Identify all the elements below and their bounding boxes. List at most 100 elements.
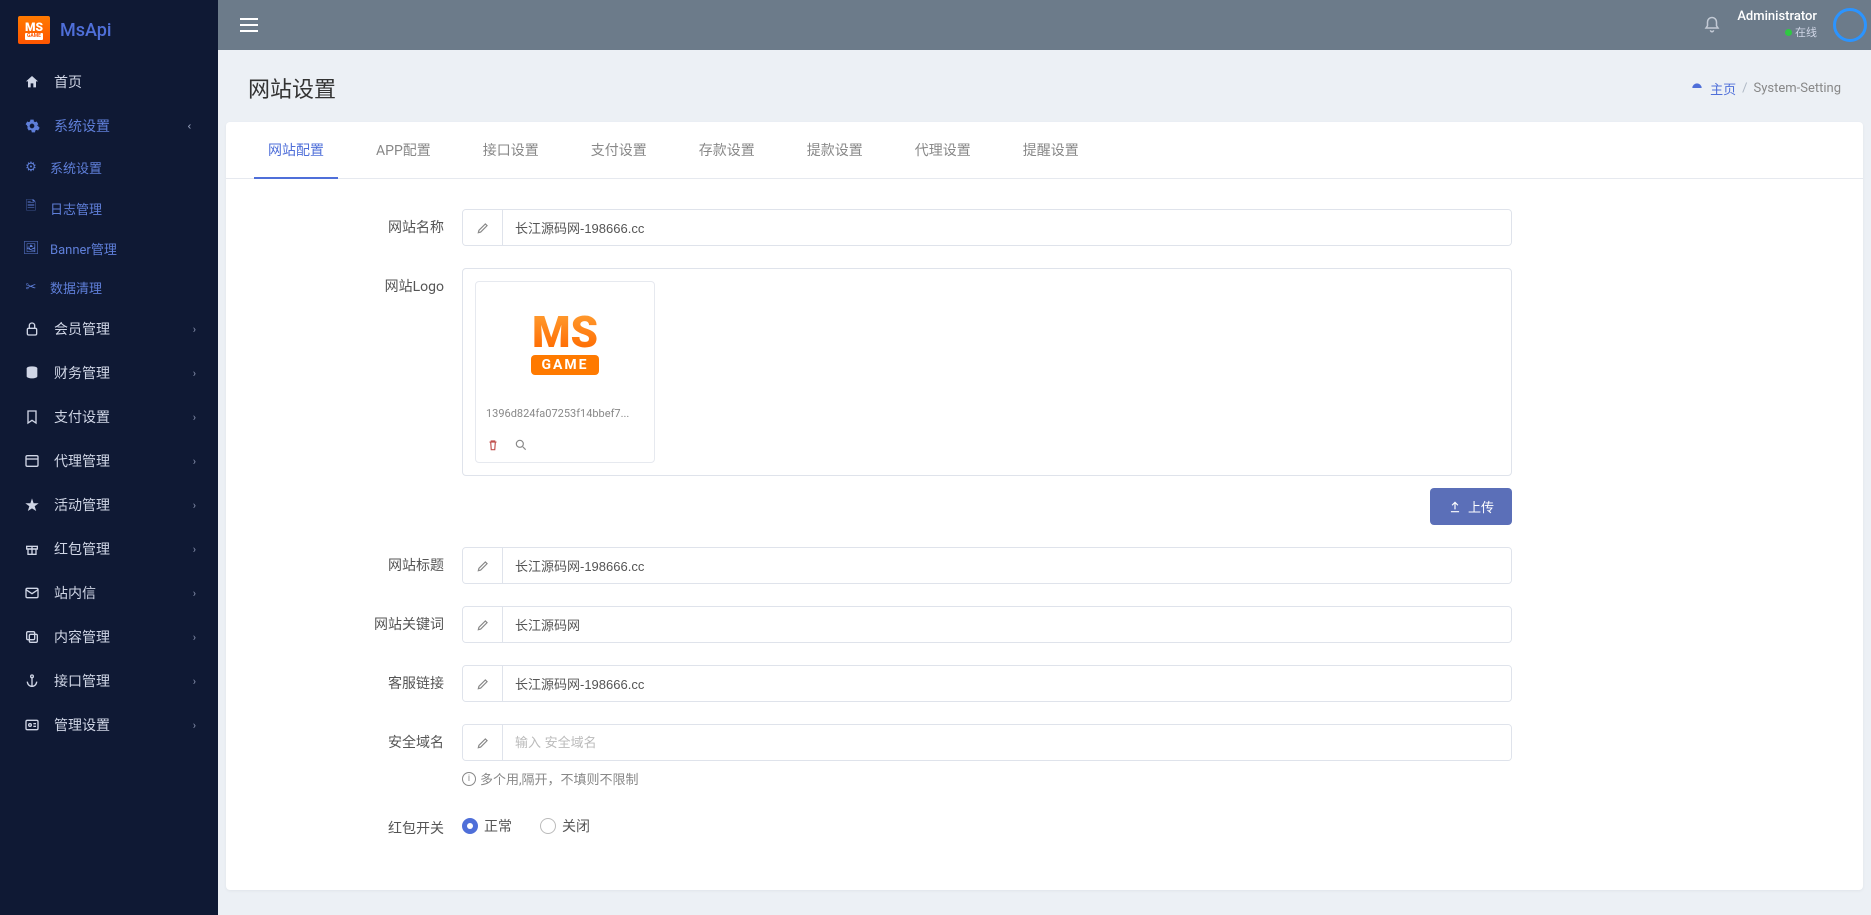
chevron-right-icon: › [193,719,196,732]
nav-cleanup[interactable]: ✂数据清理 [46,268,218,307]
logo-image: MS GAME [486,292,644,397]
lock-icon [22,321,42,337]
user-name: Administrator [1737,9,1817,26]
edit-icon [463,666,503,701]
tab-api-config[interactable]: 接口设置 [469,122,553,178]
page-title: 网站设置 [248,72,336,104]
nav-system-submenu: ⚙系统设置 🗎日志管理 🖼Banner管理 ✂数据清理 [0,148,218,307]
chevron-right-icon: › [193,323,196,336]
settings-card: 网站配置 APP配置 接口设置 支付设置 存款设置 提款设置 代理设置 提醒设置… [226,122,1863,890]
home-icon [22,74,42,90]
tab-agent-config[interactable]: 代理设置 [901,122,985,178]
label-site-logo: 网站Logo [262,268,462,296]
upload-icon [1448,500,1462,514]
nav-finance[interactable]: 财务管理 › [0,351,218,395]
label-site-title: 网站标题 [262,547,462,575]
info-icon: i [462,772,476,786]
status-dot-icon [1785,29,1792,36]
input-service-link[interactable] [503,666,1511,701]
nav-member[interactable]: 会员管理 › [0,307,218,351]
brand-name: MsApi [60,20,112,41]
document-icon: 🗎 [22,197,40,219]
chevron-right-icon: › [193,411,196,424]
zoom-icon [514,438,528,452]
chevron-right-icon: › [193,543,196,556]
database-icon [22,365,42,381]
star-icon [22,497,42,513]
breadcrumb-home[interactable]: 主页 [1710,79,1736,98]
edit-icon [463,607,503,642]
nav-banner[interactable]: 🖼Banner管理 [46,229,218,268]
menu-toggle[interactable] [234,12,264,38]
nav-system-settings[interactable]: ⚙系统设置 [46,148,218,187]
label-safe-domain: 安全域名 [262,724,462,752]
radio-dot-icon [540,818,556,834]
main: Administrator 在线 网站设置 主页 / System-Settin… [218,0,1871,915]
tab-app-config[interactable]: APP配置 [362,122,445,178]
mail-icon [22,585,42,601]
edit-icon [463,210,503,245]
label-redpacket-switch: 红包开关 [262,810,462,838]
tab-site-config[interactable]: 网站配置 [254,122,338,178]
logo-preview-card: MS GAME 1396d824fa07253f14bbef7... [475,281,655,463]
avatar[interactable] [1833,8,1867,42]
nav-home[interactable]: 首页 [0,60,218,104]
nav-content[interactable]: 内容管理 › [0,615,218,659]
nav-agent[interactable]: 代理管理 › [0,439,218,483]
brand-logo[interactable]: MSGAME MsApi [0,0,218,60]
label-service-link: 客服链接 [262,665,462,693]
scissors-icon: ✂ [22,280,40,295]
nav-message[interactable]: 站内信 › [0,571,218,615]
input-site-name[interactable] [503,210,1511,245]
nav-api[interactable]: 接口管理 › [0,659,218,703]
bookmark-icon [22,409,42,425]
edit-icon [463,548,503,583]
form: 网站名称 网站Logo [226,179,1863,890]
gear-icon: ⚙ [22,160,40,175]
logo-icon: MSGAME [18,16,50,44]
image-icon: 🖼 [22,241,40,256]
chevron-right-icon: › [193,367,196,380]
label-site-keywords: 网站关键词 [262,606,462,634]
nav-activity[interactable]: 活动管理 › [0,483,218,527]
chevron-right-icon: › [193,587,196,600]
radio-closed[interactable]: 关闭 [540,816,590,836]
input-site-keywords[interactable] [503,607,1511,642]
safe-domain-help: i 多个用,隔开，不填则不限制 [462,769,1512,788]
input-site-title[interactable] [503,548,1511,583]
zoom-logo-button[interactable] [514,438,528,452]
topbar: Administrator 在线 [218,0,1871,50]
hamburger-icon [240,18,258,32]
nav-system[interactable]: 系统设置 ⌄ [0,104,218,148]
nav-admin[interactable]: 管理设置 › [0,703,218,747]
tab-withdraw-config[interactable]: 提款设置 [793,122,877,178]
dashboard-icon [1690,81,1704,95]
list-icon [22,453,42,469]
upload-button[interactable]: 上传 [1430,488,1512,525]
trash-icon [486,438,500,452]
redpacket-radio-group: 正常 关闭 [462,810,1512,836]
gift-icon [22,541,42,557]
delete-logo-button[interactable] [486,438,500,452]
tab-remind-config[interactable]: 提醒设置 [1009,122,1093,178]
tab-deposit-config[interactable]: 存款设置 [685,122,769,178]
tab-payment-config[interactable]: 支付设置 [577,122,661,178]
id-icon [22,717,42,733]
radio-normal[interactable]: 正常 [462,816,512,836]
gear-icon [22,118,42,134]
user-menu[interactable]: Administrator 在线 [1737,9,1817,40]
copy-icon [22,629,42,645]
logo-upload-box: MS GAME 1396d824fa07253f14bbef7... [462,268,1512,476]
nav-payment[interactable]: 支付设置 › [0,395,218,439]
nav-redpacket[interactable]: 红包管理 › [0,527,218,571]
input-safe-domain[interactable] [503,725,1511,760]
sidebar: MSGAME MsApi 首页 系统设置 ⌄ ⚙系统设置 🗎日志管理 🖼Bann… [0,0,218,915]
edit-icon [463,725,503,760]
breadcrumb-current: System-Setting [1754,81,1841,96]
bell-icon [1703,16,1721,34]
notifications-button[interactable] [1703,16,1721,34]
chevron-right-icon: › [193,631,196,644]
logo-filename: 1396d824fa07253f14bbef7... [486,407,644,420]
breadcrumb: 主页 / System-Setting [1690,79,1841,98]
nav-logs[interactable]: 🗎日志管理 [46,187,218,229]
